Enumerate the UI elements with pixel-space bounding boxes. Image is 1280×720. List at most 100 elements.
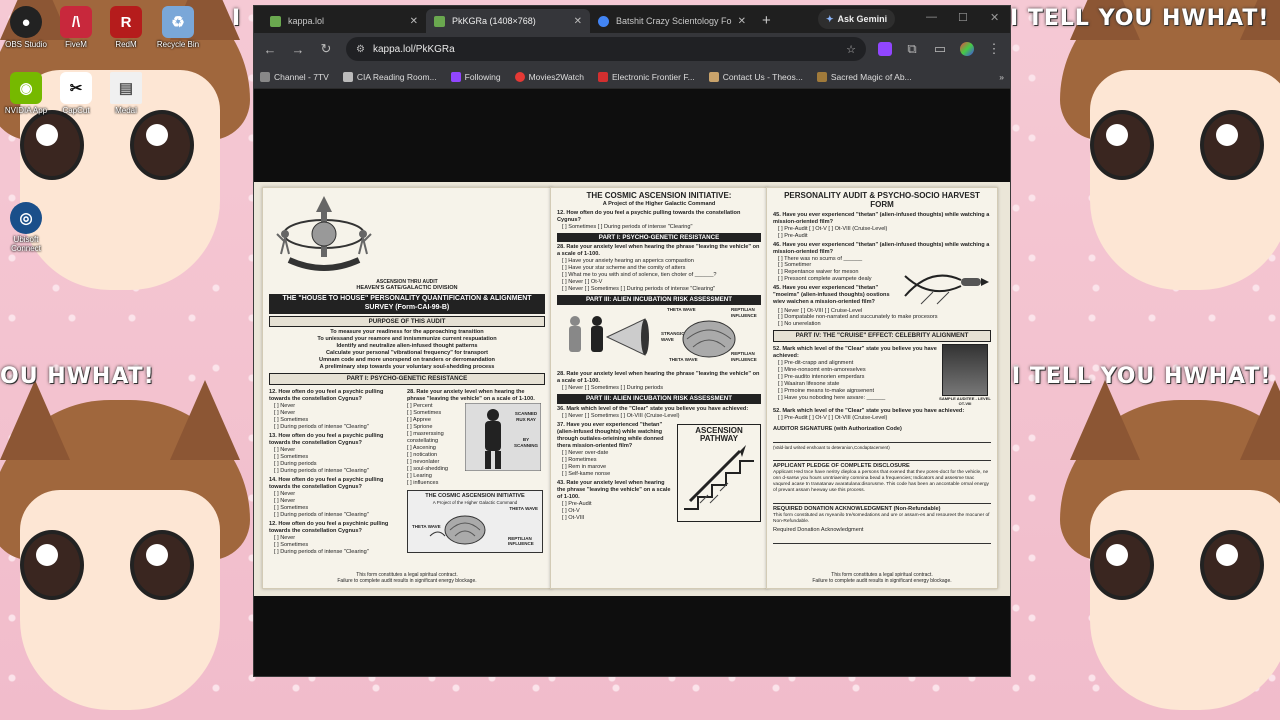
desktop-icon-label: Medal xyxy=(115,106,137,115)
tab-kappa[interactable]: kappa.lol ✕ xyxy=(262,9,426,33)
bookmark-7tv[interactable]: Channel - 7TV xyxy=(260,71,329,82)
pledge-body: Applicant Hed tnce have neritry dieploa … xyxy=(773,469,989,493)
bookmark-sacred-magic[interactable]: Sacred Magic of Ab... xyxy=(816,71,912,82)
more-bookmarks-button[interactable]: » xyxy=(999,72,1004,82)
signature-line xyxy=(773,453,991,461)
q46-options: [ ] There was no scums of ______ [ ] Som… xyxy=(773,256,901,308)
initiative-title: THE COSMIC ASCENSION INITIATIVE: xyxy=(586,191,732,200)
reptilian-label: REPTILIAN INFLUENCE xyxy=(731,351,757,362)
bookmark-following[interactable]: Following xyxy=(450,71,501,82)
form-middle-panel: THE COSMIC ASCENSION INITIATIVE: A Proje… xyxy=(550,187,768,589)
tab-title: PkKGRa (1408×768) xyxy=(452,16,536,26)
tab-close-icon[interactable]: ✕ xyxy=(574,16,582,27)
wallpaper-character xyxy=(1060,380,1280,720)
option: [ ] Never [ ] Ot-VIII [ ] Cruise-Level xyxy=(778,307,863,314)
option: [ ] Rometimes xyxy=(562,456,597,463)
desktop-icon-obs[interactable]: ● OBS Studio xyxy=(0,6,52,49)
option: [ ] Never xyxy=(274,410,296,417)
scan-figure: SCANNED RUX RAY BY SCANNING xyxy=(464,402,543,472)
option: [ ] During periods of intense "Clearing" xyxy=(274,548,369,555)
bookmark-star-icon[interactable]: ☆ xyxy=(846,43,856,56)
desktop-icon-label: CapCut xyxy=(62,106,90,115)
address-bar[interactable]: ⚙ kappa.lol/PkKGRa ☆ xyxy=(346,37,866,61)
twitch-extension-icon[interactable] xyxy=(878,42,892,56)
new-tab-button[interactable]: + xyxy=(762,12,771,29)
option: [ ] Self-kame nonse xyxy=(562,470,611,477)
rocket-stairs-icon xyxy=(684,444,754,510)
desktop-icon-label: NVIDIA App xyxy=(4,106,48,115)
option: [ ] Never xyxy=(274,447,296,453)
tab-title: Batshit Crazy Scientology Fo xyxy=(616,16,732,26)
bookmark-cia[interactable]: CIA Reading Room... xyxy=(342,71,437,82)
option: [ ] Learing xyxy=(407,472,432,479)
question-text: 46. Have you ever experienced "thetan" (… xyxy=(773,241,990,255)
ask-gemini-button[interactable]: ✦ Ask Gemini xyxy=(818,9,896,29)
question-text: 12. How often do you feel a psychinic pu… xyxy=(269,520,389,534)
option: [ ] Never xyxy=(274,534,296,541)
tab-google-search[interactable]: Batshit Crazy Scientology Fo ✕ xyxy=(590,9,754,33)
back-icon[interactable]: ← xyxy=(262,42,278,57)
minimize-icon[interactable]: — xyxy=(926,11,937,23)
option: [ ] nevonlater xyxy=(407,458,440,465)
bookmark-contact[interactable]: Contact Us - Theos... xyxy=(708,71,803,82)
bookmark-movies2watch[interactable]: Movies2Watch xyxy=(514,71,584,82)
desktop-icon-recycle-bin[interactable]: ♻ Recycle Bin xyxy=(152,6,204,49)
reptilian-label: REPTILIAN INFLUENCE xyxy=(731,307,757,318)
q37-col: 37. Have you ever experienced "thetan" (… xyxy=(557,420,673,522)
mini-title: THE COSMIC ASCENSION INITIATIVE xyxy=(425,492,525,499)
option: [ ] Never [ ] Sometimes [ ] During perio… xyxy=(562,286,716,293)
google-favicon-icon xyxy=(598,15,609,27)
desktop-icon-ubisoft[interactable]: ◎ Ubisoft Connect xyxy=(0,202,52,254)
question-text: 12. How often do you feel a psychic pull… xyxy=(269,389,384,403)
bookmarks-bar: Channel - 7TV CIA Reading Room... Follow… xyxy=(254,65,1010,89)
desktop-icon-capcut[interactable]: ✂ CapCut xyxy=(50,72,102,115)
left-columns: 12. How often do you feel a psychic pull… xyxy=(269,387,545,556)
option: [ ] notication xyxy=(407,451,438,458)
cia-icon xyxy=(342,71,353,82)
desktop-icon-nvidia[interactable]: ◉ NVIDIA App xyxy=(0,72,52,115)
option: [ ] There was no scums of ______ xyxy=(778,255,863,262)
pathway-title: ASCENSION PATHWAY xyxy=(695,425,743,443)
desktop-icon-medal[interactable]: ▤ Medal xyxy=(100,72,152,115)
division-label: HEAVEN'S GATE/GALACTIC DIVISION xyxy=(356,285,458,292)
option: [ ] Never xyxy=(274,403,296,410)
desktop-icons: ● OBS Studio /\ FiveM R RedM ♻ Recycle B… xyxy=(0,0,230,270)
bookmark-eff[interactable]: Electronic Frontier F... xyxy=(598,71,695,82)
menu-icon[interactable]: ⋮ xyxy=(986,41,1002,57)
incubation-figure: THETA WAVE STRANGIC WAVE THETA WAVE REPT… xyxy=(557,307,761,369)
medal-icon: ▤ xyxy=(110,72,142,104)
option: [ ] Sprione xyxy=(407,424,433,431)
tab-search-icon[interactable]: ▭ xyxy=(932,41,948,57)
tab-close-icon[interactable]: ✕ xyxy=(410,16,418,27)
option: [ ] Percent xyxy=(407,403,433,410)
site-info-icon[interactable]: ⚙ xyxy=(356,44,365,55)
wallpaper-character xyxy=(1060,0,1280,300)
purpose-line: Identify and neutralize alien-infused th… xyxy=(336,343,478,350)
maximize-icon[interactable]: ☐ xyxy=(958,11,968,24)
option: [ ] Sometimes xyxy=(274,541,309,548)
q28-block: [ ] Percent [ ] Sometimes [ ] Appree [ ]… xyxy=(407,402,543,487)
extensions-icon[interactable]: ⧉ xyxy=(904,41,920,57)
desktop-icon-redm[interactable]: R RedM xyxy=(100,6,152,49)
left-figure-col: 28. Rate your anxiety level when hearing… xyxy=(407,387,543,556)
auditee-photo xyxy=(942,344,988,397)
purpose-line: Calculate your personal "vibrational fre… xyxy=(326,350,488,357)
browser-toolbar: ← → ↻ ⚙ kappa.lol/PkKGRa ☆ ⧉ ▭ ⋮ xyxy=(254,33,1010,65)
forward-icon[interactable]: → xyxy=(290,42,306,57)
tab-pkkgra[interactable]: PkKGRa (1408×768) ✕ xyxy=(426,9,590,33)
option: [ ] Sometimes xyxy=(274,417,309,424)
profile-avatar[interactable] xyxy=(960,42,974,56)
ascension-logo-icon xyxy=(276,196,372,271)
reload-icon[interactable]: ↻ xyxy=(318,41,334,57)
option: [ ] Have your anxiety hearing an apperic… xyxy=(562,258,694,265)
tab-close-icon[interactable]: ✕ xyxy=(738,16,746,27)
option: [ ] Pre-Audit [ ] Ot-V [ ] Ot-VIII (Crui… xyxy=(778,225,888,232)
theos-icon xyxy=(708,71,719,82)
displayed-image: ASCENSION THRU AUDIT HEAVEN'S GATE/GALAC… xyxy=(254,182,1010,596)
theta-label: THETA WAVE xyxy=(667,307,696,313)
desktop-icon-fivem[interactable]: /\ FiveM xyxy=(50,6,102,49)
option: [ ] Dompatable non-narrated and succunat… xyxy=(778,314,938,321)
q28-options: [ ] Percent [ ] Sometimes [ ] Appree [ ]… xyxy=(407,403,465,487)
form-right-panel: PERSONALITY AUDIT & PSYCHO-SOCIO HARVEST… xyxy=(766,187,998,589)
close-window-icon[interactable]: ✕ xyxy=(990,11,999,24)
